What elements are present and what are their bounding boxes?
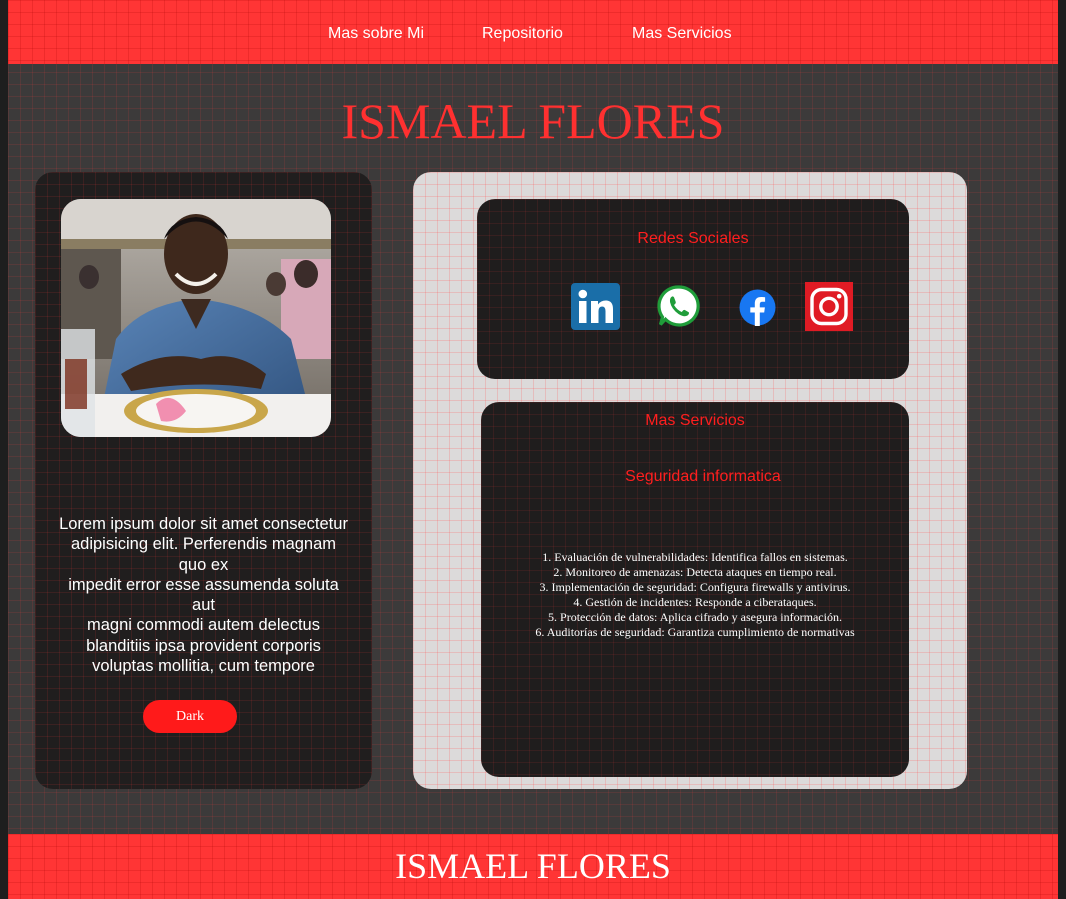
bio-line: magni commodi autem delectus [87, 616, 320, 635]
social-heading: Redes Sociales [637, 230, 749, 247]
bio-line: blanditiis ipsa provident corporis [86, 636, 321, 655]
footer: ISMAEL FLORES [8, 834, 1058, 899]
right-panel: Redes Sociales Mas Servicios Seguridad i… [413, 172, 967, 789]
bio-line: aut [192, 596, 215, 615]
footer-title: ISMAEL FLORES [395, 846, 671, 886]
profile-card: Lorem ipsum dolor sit amet consectetur a… [35, 172, 372, 789]
services-heading: Mas Servicios [645, 412, 745, 429]
bio-line: voluptas mollitia, cum tempore [92, 657, 315, 676]
whatsapp-icon[interactable] [657, 284, 701, 328]
services-list-item: 6. Auditorías de seguridad: Garantiza cu… [535, 625, 855, 639]
dark-mode-button[interactable]: Dark [143, 700, 237, 733]
services-card: Mas Servicios Seguridad informatica 1. E… [481, 402, 909, 777]
top-navigation-bar: Mas sobre Mi Repositorio Mas Servicios [8, 0, 1058, 64]
bio-line: adipisicing elit. Perferendis magnam [70, 535, 337, 554]
bio-line: Lorem ipsum dolor sit amet consectetur [59, 515, 348, 533]
services-list-item: 1. Evaluación de vulnerabilidades: Ident… [542, 550, 848, 564]
services-list: 1. Evaluación de vulnerabilidades: Ident… [481, 550, 909, 640]
services-list-item: 3. Implementación de seguridad: Configur… [539, 580, 851, 594]
page-title: ISMAEL FLORES [341, 93, 725, 149]
linkedin-icon[interactable] [571, 283, 620, 330]
nav-link-mas-sobre-mi[interactable]: Mas sobre Mi [328, 25, 424, 43]
bio-line: quo ex [178, 555, 229, 574]
facebook-icon[interactable] [739, 289, 776, 326]
services-list-item: 5. Protección de datos: Aplica cifrado y… [548, 610, 842, 624]
page-frame: Mas sobre Mi Repositorio Mas Servicios I… [8, 0, 1058, 899]
bio-line: impedit error esse assumenda soluta [68, 575, 339, 594]
social-card: Redes Sociales [477, 199, 909, 379]
nav-link-repositorio[interactable]: Repositorio [482, 25, 563, 43]
bio-text: Lorem ipsum dolor sit amet consectetur a… [35, 514, 372, 676]
instagram-icon[interactable] [805, 282, 853, 331]
services-list-item: 4. Gestión de incidentes: Responde a cib… [573, 595, 817, 609]
profile-photo-illustration [61, 199, 331, 437]
services-list-item: 2. Monitoreo de amenazas: Detecta ataque… [553, 565, 837, 579]
profile-photo [61, 199, 331, 437]
services-subheading: Seguridad informatica [625, 468, 781, 485]
nav-link-mas-servicios[interactable]: Mas Servicios [632, 25, 732, 43]
